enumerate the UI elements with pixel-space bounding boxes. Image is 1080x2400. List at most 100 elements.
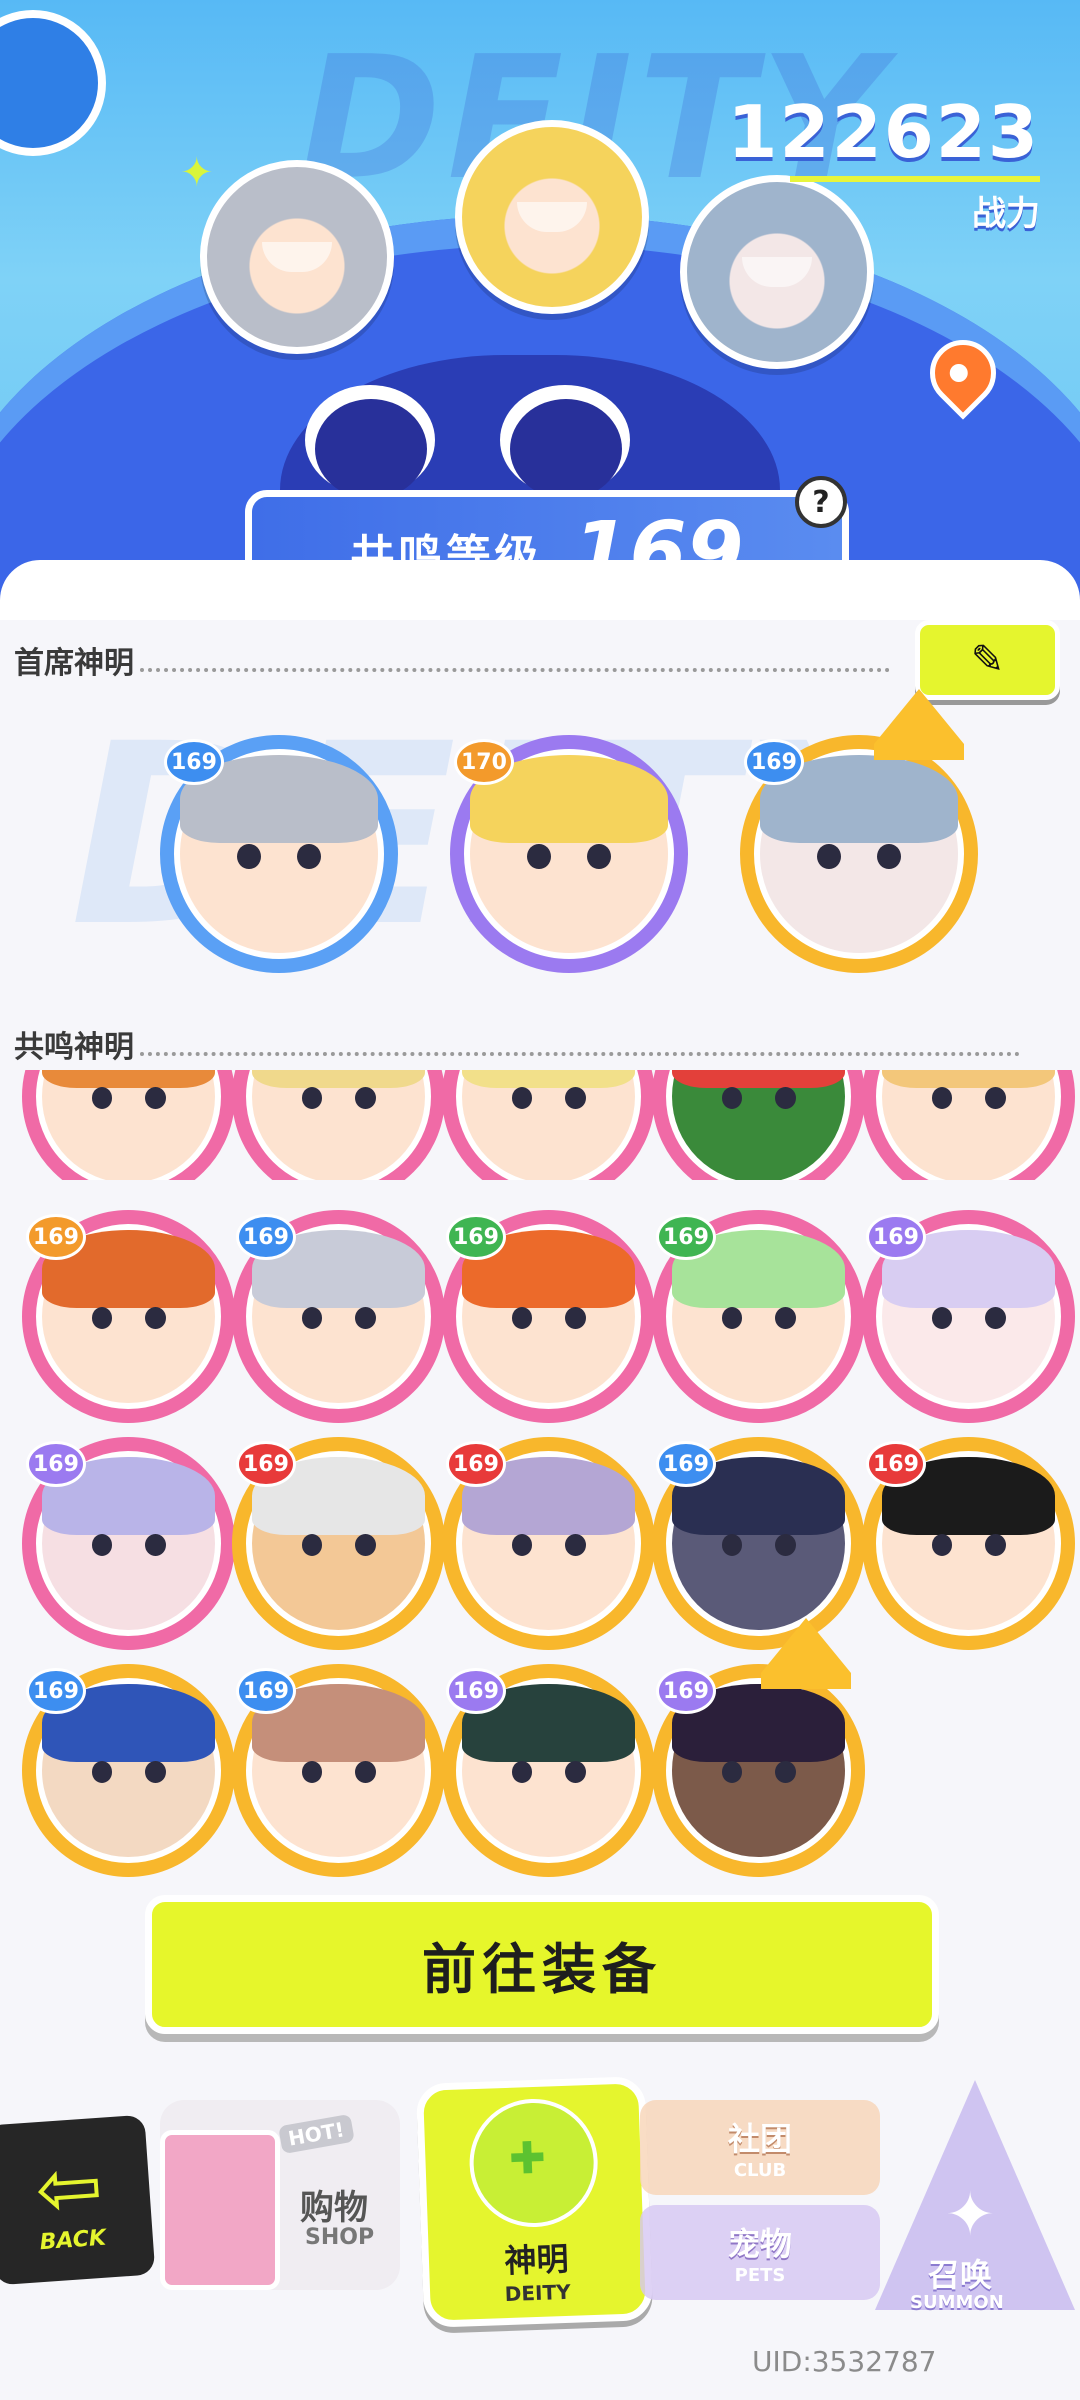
chief-divider xyxy=(140,668,890,672)
level-badge: 169 xyxy=(656,1668,716,1714)
portrait-eyes xyxy=(91,1534,166,1557)
deity-character-icon xyxy=(466,2096,600,2230)
chibi-deity-right[interactable] xyxy=(680,175,874,369)
level-badge: 169 xyxy=(236,1668,296,1714)
portrait-eyes xyxy=(91,1087,166,1110)
level-badge: 169 xyxy=(866,1214,926,1260)
chief-deities-label: 首席神明 xyxy=(14,646,134,681)
planet-left-eye xyxy=(305,385,435,499)
portrait-eyes xyxy=(301,1534,376,1557)
nav-deity-sublabel: DEITY xyxy=(504,2279,571,2307)
chibi-deity-left[interactable] xyxy=(200,160,394,354)
portrait-hair xyxy=(252,1070,425,1088)
portrait-eyes xyxy=(721,1761,796,1784)
nav-pets-sublabel: PETS xyxy=(734,2265,786,2286)
level-badge: 169 xyxy=(236,1441,296,1487)
crown-icon xyxy=(874,689,964,760)
nav-shop[interactable]: HOT! 购物 SHOP xyxy=(160,2100,400,2290)
portrait-hair xyxy=(882,1070,1055,1088)
combat-power-label: 战力 xyxy=(972,194,1040,234)
portrait-eyes xyxy=(301,1307,376,1330)
nav-deity[interactable]: 神明 DEITY xyxy=(415,2076,654,2328)
level-badge: 169 xyxy=(26,1441,86,1487)
deity-portrait[interactable]: 169 xyxy=(652,1618,865,1877)
user-id: UID:3532787 xyxy=(752,2345,937,2378)
level-badge: 169 xyxy=(446,1441,506,1487)
resonance-divider xyxy=(140,1052,1020,1056)
pencil-icon: ✎ xyxy=(970,637,1005,683)
portrait-hair xyxy=(462,1070,635,1088)
portrait-eyes xyxy=(301,1087,376,1110)
portrait-eyes xyxy=(91,1307,166,1330)
back-button[interactable]: ⇦ BACK xyxy=(0,2114,156,2286)
deity-portrait-partial[interactable] xyxy=(862,1070,1075,1180)
level-badge: 170 xyxy=(454,739,514,785)
resonance-deities-label: 共鸣神明 xyxy=(14,1030,134,1065)
deity-portrait-partial[interactable] xyxy=(22,1070,235,1180)
nav-pets[interactable]: 宠物 PETS xyxy=(640,2205,880,2300)
level-badge: 169 xyxy=(656,1214,716,1260)
portrait-eyes xyxy=(301,1761,376,1784)
portrait-eyes xyxy=(237,843,321,869)
level-badge: 169 xyxy=(236,1214,296,1260)
deity-portrait[interactable]: 169 xyxy=(232,1437,445,1650)
nav-pets-label: 宠物 xyxy=(727,2225,792,2263)
back-arrow-icon: ⇦ xyxy=(32,2138,106,2236)
chibi-deity-center[interactable] xyxy=(455,120,649,314)
level-badge: 169 xyxy=(446,1214,506,1260)
chief-deity-portrait[interactable]: 169 xyxy=(740,689,978,973)
deity-portrait[interactable]: 169 xyxy=(862,1210,1075,1423)
deity-portrait[interactable]: 169 xyxy=(652,1210,865,1423)
nav-club[interactable]: 社团 CLUB xyxy=(640,2100,880,2195)
deity-portrait[interactable]: 169 xyxy=(442,1210,655,1423)
portrait-eyes xyxy=(931,1087,1006,1110)
summon-star-icon: ✦ xyxy=(945,2180,996,2250)
help-icon[interactable]: ? xyxy=(795,476,847,528)
portrait-eyes xyxy=(721,1534,796,1557)
sparkle-icon: ✦ xyxy=(180,150,214,196)
nav-club-sublabel: CLUB xyxy=(733,2160,787,2181)
chief-deity-portrait[interactable]: 169 xyxy=(160,735,398,973)
deity-portrait-partial[interactable] xyxy=(232,1070,445,1180)
portrait-eyes xyxy=(721,1087,796,1110)
combat-power-value: 122623 xyxy=(727,90,1040,174)
planet-right-eye xyxy=(500,385,630,499)
deity-portrait[interactable]: 169 xyxy=(232,1664,445,1877)
level-badge: 169 xyxy=(26,1214,86,1260)
nav-club-label: 社团 xyxy=(727,2120,792,2158)
deity-portrait[interactable]: 169 xyxy=(22,1210,235,1423)
portrait-eyes xyxy=(721,1307,796,1330)
deity-portrait[interactable]: 169 xyxy=(862,1437,1075,1650)
deity-portrait[interactable]: 169 xyxy=(442,1664,655,1877)
vending-machine-icon xyxy=(160,2130,280,2290)
portrait-eyes xyxy=(511,1534,586,1557)
nav-deity-label: 神明 xyxy=(503,2239,570,2281)
deity-portrait[interactable]: 169 xyxy=(442,1437,655,1650)
nav-summon-label: 召唤 xyxy=(928,2256,993,2294)
portrait-eyes xyxy=(931,1534,1006,1557)
deity-portrait[interactable]: 169 xyxy=(22,1437,235,1650)
portrait-eyes xyxy=(511,1761,586,1784)
chief-deity-portrait[interactable]: 170 xyxy=(450,735,688,973)
planet-icon xyxy=(0,10,106,156)
nav-summon[interactable]: ✦ 召唤 SUMMON xyxy=(870,2080,1080,2320)
level-badge: 169 xyxy=(26,1668,86,1714)
level-badge: 169 xyxy=(164,739,224,785)
level-badge: 169 xyxy=(446,1668,506,1714)
combat-power-underline xyxy=(790,176,1040,182)
deity-grid-scrolled-row xyxy=(0,1070,1080,1180)
go-equip-button[interactable]: 前往装备 xyxy=(145,1895,939,2034)
deity-portrait[interactable]: 169 xyxy=(22,1664,235,1877)
deity-portrait-partial[interactable] xyxy=(652,1070,865,1180)
deity-portrait-partial[interactable] xyxy=(442,1070,655,1180)
portrait-eyes xyxy=(527,843,611,869)
portrait-eyes xyxy=(817,843,901,869)
crown-icon xyxy=(761,1618,851,1689)
level-badge: 169 xyxy=(866,1441,926,1487)
nav-shop-sublabel: SHOP xyxy=(305,2225,375,2250)
nav-shop-label: 购物 xyxy=(300,2188,368,2228)
edit-chief-button[interactable]: ✎ xyxy=(915,620,1060,700)
header-banner: DEITY ✦ 122623 战力 共鸣等级 169 ? xyxy=(0,0,1080,620)
nav-summon-sublabel: SUMMON xyxy=(910,2292,1004,2313)
deity-portrait[interactable]: 169 xyxy=(232,1210,445,1423)
